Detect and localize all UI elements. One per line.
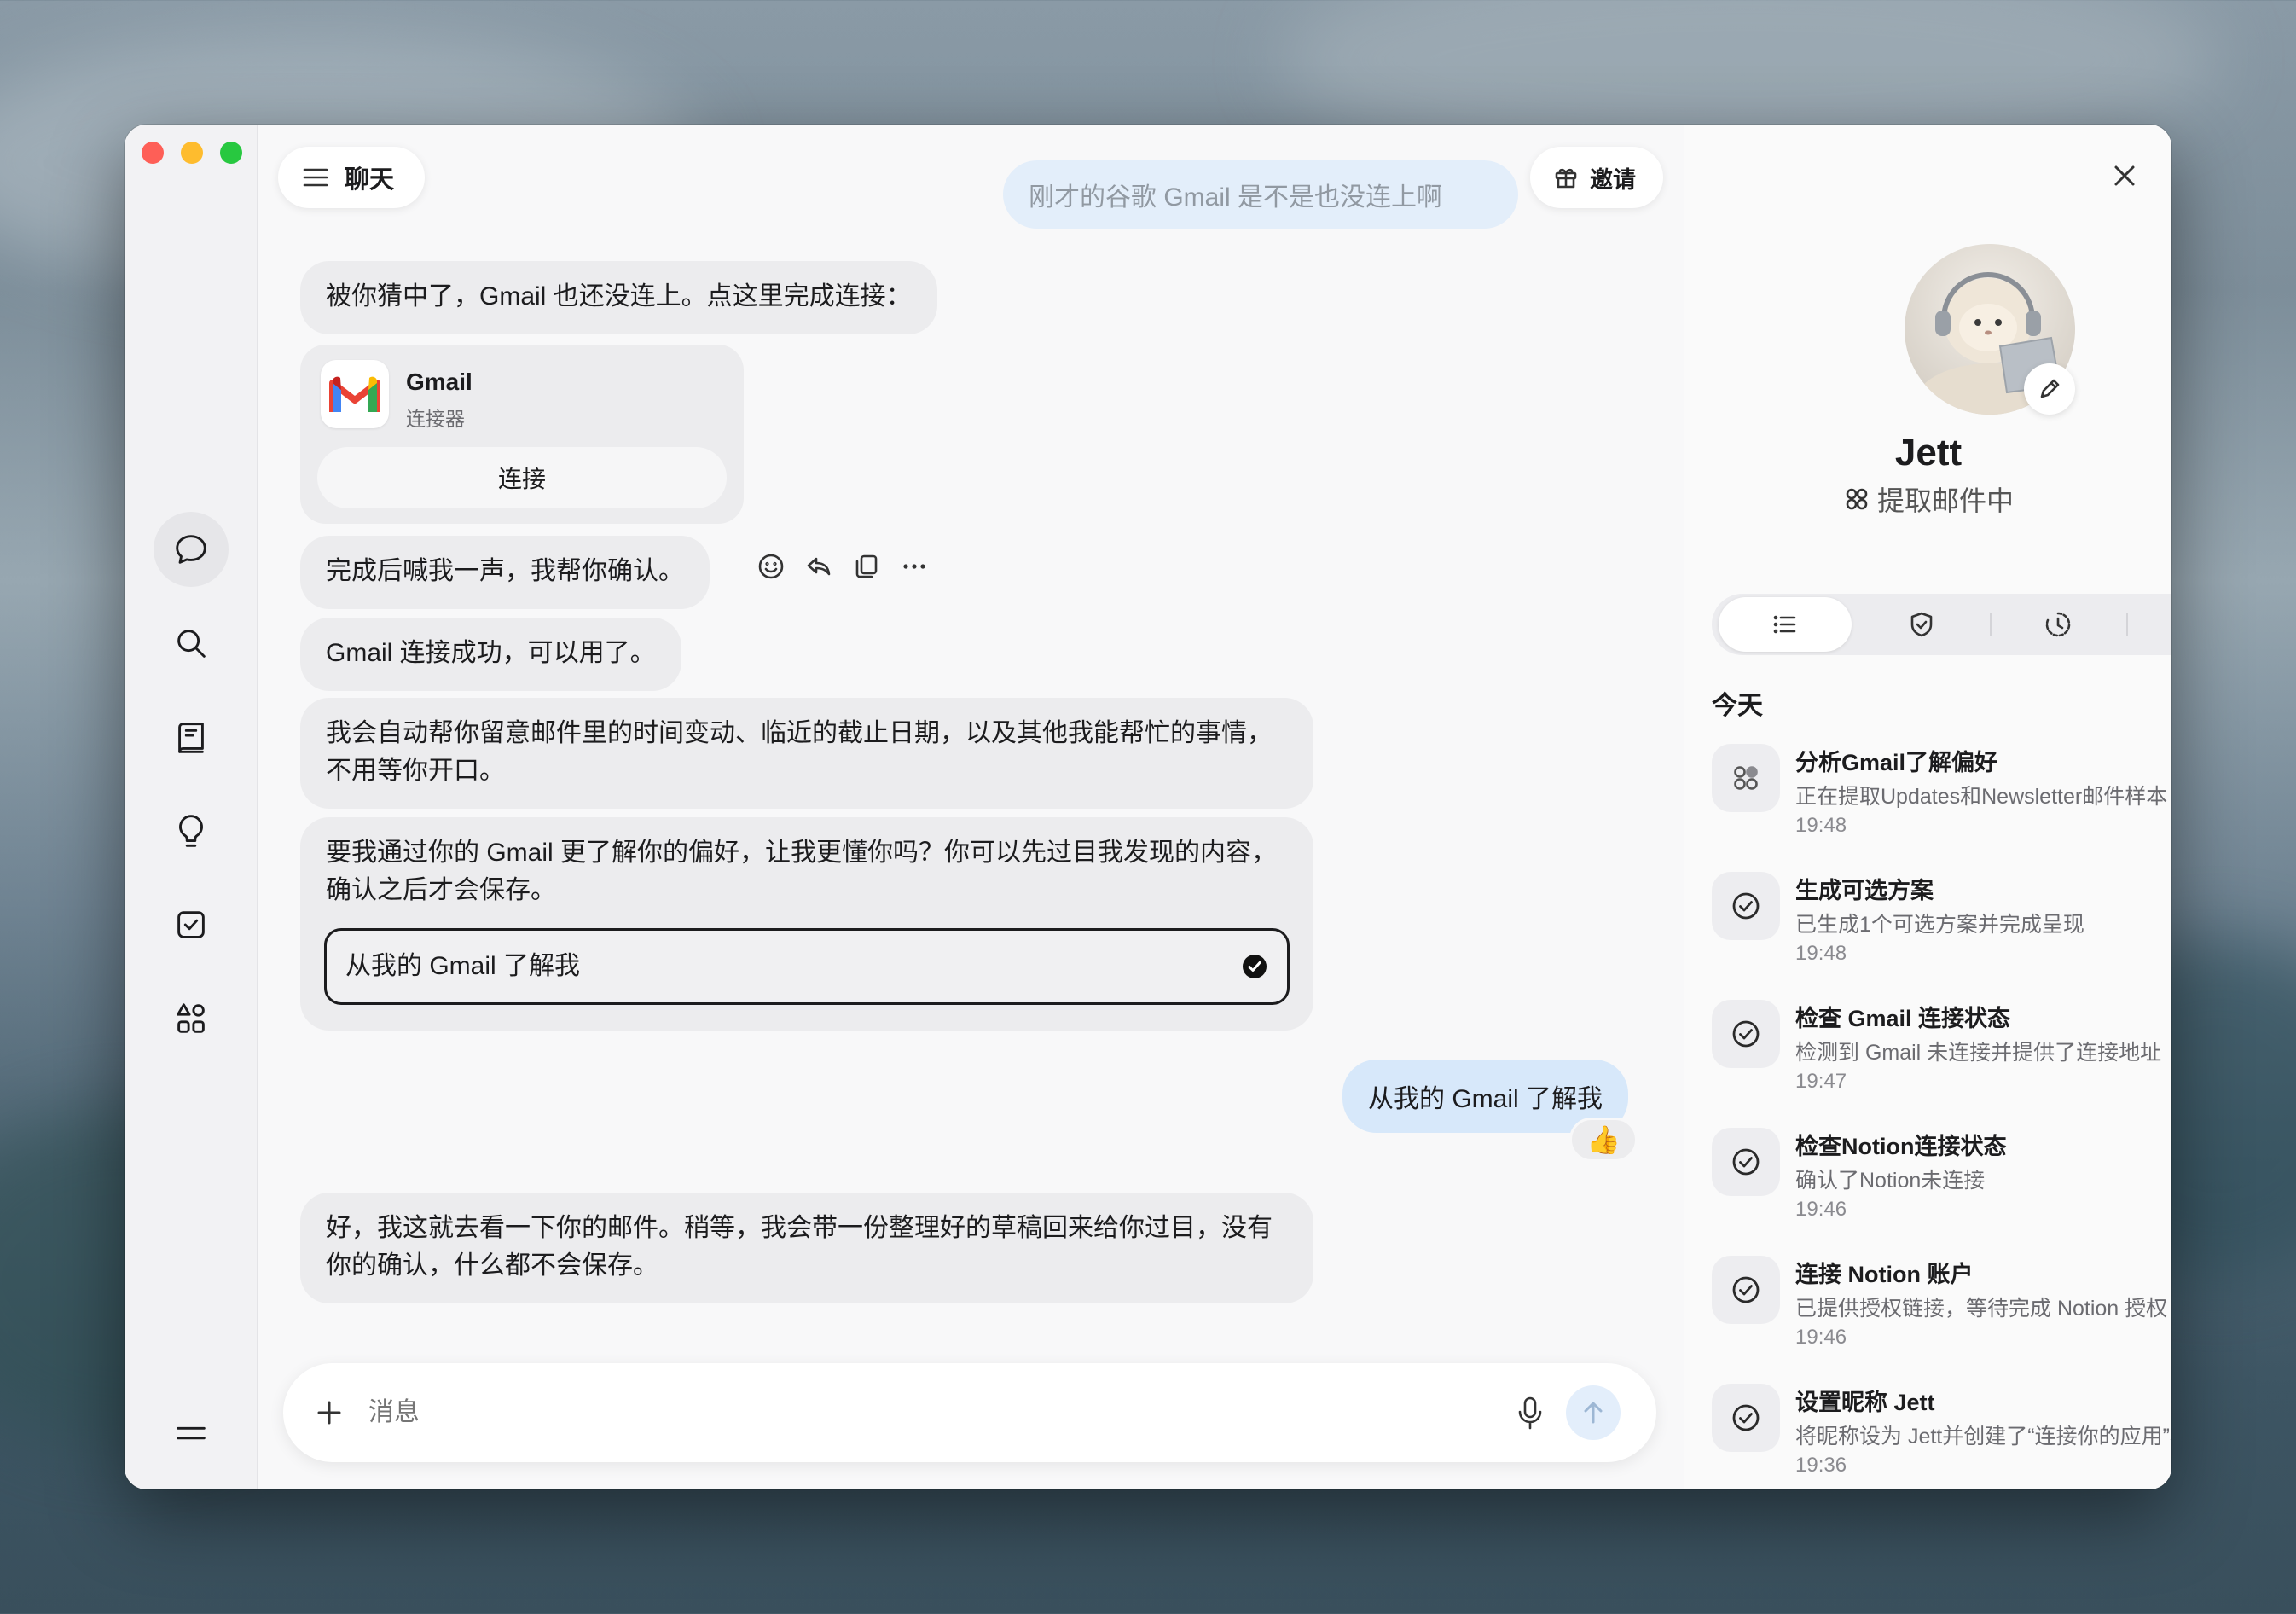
assistant-message: 被你猜中了，Gmail 也还没连上。点这里完成连接：: [300, 261, 937, 334]
connector-card: Gmail 连接器 连接: [300, 345, 744, 524]
nav-apps[interactable]: [154, 981, 229, 1056]
checkbox-icon: [177, 911, 205, 938]
chat-panel: 聊天 刚才的谷歌 Gmail 是不是也没连上啊 邀请 被你猜中了，Gmail 也…: [258, 125, 1684, 1489]
connect-button[interactable]: 连接: [317, 447, 727, 508]
activity-item[interactable]: 检查 Gmail 连接状态检测到 Gmail 未连接并提供了连接地址 19:47: [1712, 1000, 2161, 1111]
shield-check-icon: [1910, 612, 1933, 637]
assistant-message: Gmail 连接成功，可以用了。: [300, 618, 681, 691]
hamburger-icon: [303, 168, 328, 187]
activity-description: 已生成1个可选方案并完成呈现: [1795, 913, 2084, 937]
message-actions: [756, 551, 930, 582]
section-title: 今天: [1712, 692, 1763, 720]
apps-icon: [1712, 744, 1780, 812]
microphone-icon[interactable]: [1513, 1394, 1547, 1431]
check-circle-icon: [1712, 1128, 1780, 1196]
agent-panel: Jett 提取邮件中 今天 分析Gmail了解偏好 正在提取Updates和Ne…: [1684, 125, 2171, 1489]
minimize-window-button[interactable]: [181, 142, 203, 164]
activity-item[interactable]: 生成可选方案已生成1个可选方案并完成呈现 19:48: [1712, 872, 2155, 983]
sidebar: [125, 125, 258, 1489]
activity-item[interactable]: 分析Gmail了解偏好正在提取Updates和Newsletter邮件样本 19:…: [1712, 744, 2167, 855]
activity-description: 正在提取Updates和Newsletter邮件样本: [1795, 785, 2168, 809]
chat-title: 聊天: [345, 166, 395, 194]
clock-dashed-icon: [2045, 612, 2071, 637]
arrow-up-icon: [1584, 1402, 1603, 1424]
activity-title: 生成可选方案: [1795, 878, 1934, 903]
more-icon[interactable]: [899, 551, 930, 582]
send-button[interactable]: [1566, 1385, 1621, 1440]
composer: [283, 1363, 1656, 1462]
message-input[interactable]: [368, 1389, 1460, 1437]
app-window: 聊天 刚才的谷歌 Gmail 是不是也没连上啊 邀请 被你猜中了，Gmail 也…: [125, 125, 2171, 1489]
activity-time: 19:48: [1795, 942, 1847, 965]
gmail-logo: [321, 360, 389, 428]
activity-time: 19:47: [1795, 1070, 1847, 1093]
activity-time: 19:48: [1795, 814, 1847, 837]
activity-time: 19:46: [1795, 1198, 1847, 1221]
connector-name: Gmail: [406, 369, 473, 395]
gmail-icon: [329, 376, 380, 412]
pencil-icon: [2040, 379, 2060, 398]
activity-description: 已提供授权链接，等待完成 Notion 授权: [1795, 1297, 2168, 1321]
nav-search[interactable]: [154, 606, 229, 681]
selected-check-icon: [1243, 955, 1267, 978]
assistant-message: 我会自动帮你留意邮件里的时间变动、临近的截止日期，以及其他我能帮忙的事情，不用等…: [300, 698, 1313, 809]
copy-icon[interactable]: [851, 551, 882, 582]
assistant-message: 好，我这就去看一下你的邮件。稍等，我会带一份整理好的草稿回来给你过目，没有你的确…: [300, 1193, 1313, 1303]
chat-bubble-icon: [176, 535, 206, 564]
activity-item[interactable]: 检查Notion连接状态 确认了Notion未连接 19:46: [1712, 1128, 2155, 1239]
check-circle-icon: [1712, 1000, 1780, 1068]
activity-description: 确认了Notion未连接: [1795, 1169, 1986, 1193]
activity-title: 检查 Gmail 连接状态: [1795, 1006, 2011, 1031]
close-window-button[interactable]: [142, 142, 164, 164]
nav-menu[interactable]: [154, 1396, 229, 1471]
tab-history[interactable]: [1992, 597, 2125, 652]
agent-status: 提取邮件中: [1684, 479, 2171, 519]
check-circle-icon: [1712, 1384, 1780, 1452]
gift-icon: [1555, 168, 1577, 189]
activity-description: 检测到 Gmail 未连接并提供了连接地址: [1795, 1041, 2162, 1065]
edit-avatar-button[interactable]: [2024, 363, 2075, 415]
apps-icon: [1846, 488, 1868, 510]
nav-tasks[interactable]: [154, 887, 229, 962]
apps-icon: [177, 1003, 205, 1033]
add-attachment-icon[interactable]: [312, 1396, 346, 1430]
emoji-reaction-icon[interactable]: [756, 551, 786, 582]
activity-item[interactable]: 连接 Notion 账户已提供授权链接，等待完成 Notion 授权 19:46: [1712, 1256, 2167, 1367]
activity-time: 19:46: [1795, 1326, 1847, 1349]
activity-title: 连接 Notion 账户: [1795, 1262, 1974, 1287]
search-icon: [177, 630, 206, 658]
faded-user-message: 刚才的谷歌 Gmail 是不是也没连上啊: [1003, 160, 1518, 229]
book-icon: [178, 723, 204, 753]
activity-title: 设置昵称 Jett: [1795, 1390, 1935, 1415]
activity-title: 检查Notion连接状态: [1795, 1134, 2007, 1159]
check-circle-icon: [1712, 872, 1780, 940]
lightbulb-icon: [179, 815, 203, 847]
nav-chat[interactable]: [154, 512, 229, 587]
learn-from-gmail-option[interactable]: 从我的 Gmail 了解我: [324, 928, 1290, 1005]
panel-tabs: [1712, 594, 2171, 655]
nav-library[interactable]: [154, 700, 229, 775]
reaction-badge[interactable]: 👍: [1569, 1118, 1638, 1162]
assistant-message: 要我通过你的 Gmail 更了解你的偏好，让我更懂你吗？你可以先过目我发现的内容…: [300, 817, 1313, 1031]
activity-time: 19:36: [1795, 1454, 1847, 1477]
menu-icon: [177, 1426, 206, 1440]
list-icon: [1773, 615, 1796, 634]
close-icon[interactable]: [2108, 159, 2142, 193]
nav-ideas[interactable]: [154, 793, 229, 868]
assistant-message: 完成后喊我一声，我帮你确认。: [300, 536, 710, 609]
invite-button[interactable]: 邀请: [1530, 147, 1663, 208]
tab-fingerprint[interactable]: [2128, 597, 2171, 652]
reply-icon[interactable]: [803, 551, 834, 582]
agent-name: Jett: [1894, 432, 1963, 473]
activity-description: 将昵称设为 Jett并创建了“连接你的应用”小组件: [1795, 1425, 2171, 1449]
chat-title-pill[interactable]: 聊天: [278, 147, 425, 208]
connector-type: 连接器: [406, 408, 465, 430]
activity-item[interactable]: 设置昵称 Jett 将昵称设为 Jett并创建了“连接你的应用”小组件 19:36: [1712, 1384, 2171, 1489]
check-circle-icon: [1712, 1256, 1780, 1324]
zoom-window-button[interactable]: [220, 142, 242, 164]
tab-security[interactable]: [1855, 597, 1988, 652]
activity-title: 分析Gmail了解偏好: [1795, 750, 1998, 775]
tab-list[interactable]: [1719, 597, 1852, 652]
